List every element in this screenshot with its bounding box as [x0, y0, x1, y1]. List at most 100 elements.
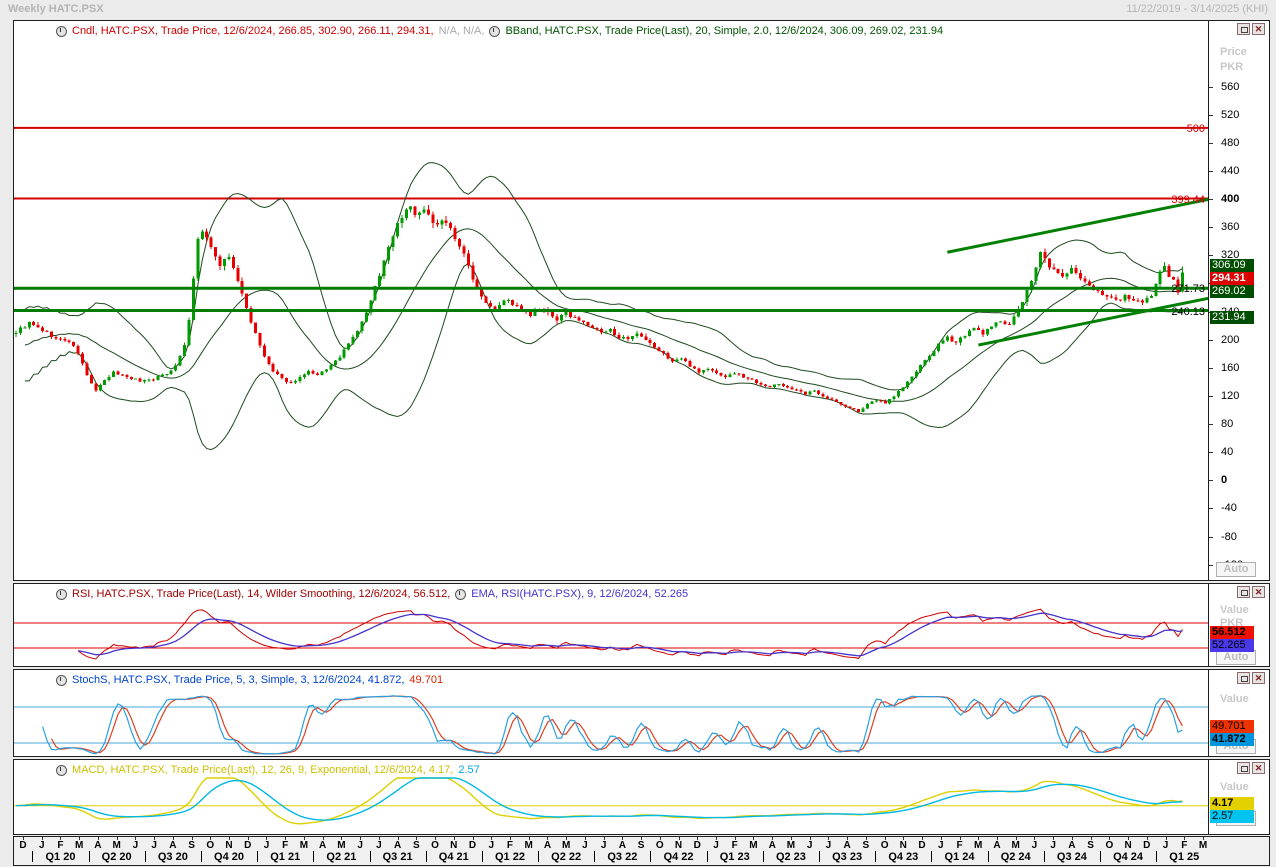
close-icon[interactable]: ✕ — [1252, 586, 1265, 598]
close-icon[interactable]: ✕ — [1252, 762, 1265, 774]
macd-pane-controls: ✕ — [1237, 762, 1265, 774]
price-line-label: 240.13 — [1171, 306, 1205, 318]
macd-line — [16, 778, 1182, 824]
stoch-indicator-icon[interactable] — [56, 675, 67, 686]
quarter-separator — [650, 851, 651, 862]
legend-bband: BBand, HATC.PSX, Trade Price(Last), 20, … — [505, 25, 943, 37]
month-label: A — [94, 840, 101, 851]
stoch-k-line — [43, 696, 1183, 754]
month-label: F — [732, 840, 738, 851]
month-label: M — [787, 840, 795, 851]
month-label: D — [918, 840, 925, 851]
axis-value-badge: 52.265 — [1210, 639, 1254, 652]
stoch-pane-controls: ✕ — [1237, 672, 1265, 684]
macd-chart-canvas[interactable] — [14, 777, 1208, 834]
macd-legend: MACD, HATC.PSX, Trade Price(Last), 12, 2… — [14, 761, 480, 779]
quarter-label: Q1 24 — [945, 851, 975, 863]
price-axis-tick-label: 560 — [1221, 81, 1239, 93]
month-label: A — [544, 840, 551, 851]
quarter-separator — [370, 851, 371, 862]
quarter-label: Q4 22 — [664, 851, 694, 863]
price-axis-tick — [1209, 143, 1213, 144]
price-axis-tick — [1209, 368, 1213, 369]
axis-value-badge: 2.57 — [1210, 810, 1254, 823]
restore-button[interactable] — [1237, 23, 1250, 35]
month-label: A — [843, 840, 850, 851]
rsi-pane-controls: ✕ — [1237, 586, 1265, 598]
price-axis-caption: Price — [1220, 46, 1247, 58]
bband-indicator-icon[interactable] — [489, 26, 500, 37]
price-axis-tick — [1209, 340, 1213, 341]
restore-button[interactable] — [1237, 672, 1250, 684]
price-axis-border — [1208, 21, 1209, 580]
price-axis-tick — [1209, 396, 1213, 397]
month-label: S — [1087, 840, 1094, 851]
macd-indicator-icon[interactable] — [56, 765, 67, 776]
month-label: F — [956, 840, 962, 851]
quarter-separator — [1156, 851, 1157, 862]
price-chart-canvas[interactable] — [14, 41, 1208, 579]
month-label: O — [656, 840, 664, 851]
stochastic-pane: StochS, HATC.PSX, Trade Price, 5, 3, Sim… — [13, 669, 1270, 757]
legend-stoch-d: 49.701 — [409, 674, 443, 686]
rsi-line — [78, 609, 1182, 659]
month-label: J — [264, 840, 270, 851]
month-label: N — [675, 840, 682, 851]
month-label: A — [1068, 840, 1075, 851]
legend-rsi-ema: EMA, RSI(HATC.PSX), 9, 12/6/2024, 52.265 — [471, 588, 688, 600]
rsi-axis-border — [1208, 584, 1209, 666]
quarter-separator — [594, 851, 595, 862]
month-label: J — [582, 840, 588, 851]
price-axis-tick — [1209, 565, 1213, 566]
month-label: F — [57, 840, 63, 851]
quarter-label: Q1 22 — [495, 851, 525, 863]
month-label: D — [244, 840, 251, 851]
window-titlebar[interactable]: Weekly HATC.PSX 11/22/2019 - 3/14/2025 (… — [0, 0, 1276, 19]
rsi-chart-canvas[interactable] — [14, 601, 1208, 666]
axis-value-badge: 4.17 — [1210, 797, 1254, 810]
month-label: J — [151, 840, 157, 851]
month-label: F — [282, 840, 288, 851]
time-axis-pane[interactable]: DJFMAMJJASONDJFMAMJJASONDJFMAMJJASONDJFM… — [13, 836, 1270, 866]
month-label: M — [337, 840, 345, 851]
quarter-label: Q3 20 — [158, 851, 188, 863]
price-axis-tick — [1209, 199, 1213, 200]
month-label: M — [525, 840, 533, 851]
quarter-label: Q2 21 — [326, 851, 356, 863]
close-icon[interactable]: ✕ — [1252, 672, 1265, 684]
axis-value-badge: 231.94 — [1210, 311, 1254, 324]
legend-macd-signal: 2.57 — [458, 764, 479, 776]
rsi-indicator-icon[interactable] — [56, 589, 67, 600]
close-icon[interactable]: ✕ — [1252, 23, 1265, 35]
candle-indicator-icon[interactable] — [56, 26, 67, 37]
quarter-label: Q2 20 — [102, 851, 132, 863]
month-label: J — [826, 840, 832, 851]
quarter-label: Q3 23 — [832, 851, 862, 863]
stochastic-chart-canvas[interactable] — [14, 687, 1208, 756]
price-auto-button[interactable]: Auto — [1216, 562, 1256, 577]
window-date-range: 11/22/2019 - 3/14/2025 (KHI) — [1126, 3, 1268, 15]
month-label: N — [225, 840, 232, 851]
month-label: D — [1143, 840, 1150, 851]
rsi-pane: RSI, HATC.PSX, Trade Price(Last), 14, Wi… — [13, 583, 1270, 667]
month-label: J — [1163, 840, 1169, 851]
restore-button[interactable] — [1237, 762, 1250, 774]
month-label: J — [713, 840, 719, 851]
price-axis-tick — [1209, 227, 1213, 228]
quarter-separator — [875, 851, 876, 862]
price-axis-tick-label: -80 — [1221, 531, 1237, 543]
month-label: M — [974, 840, 982, 851]
axis-value-badge: 56.512 — [1210, 626, 1254, 639]
price-line-label: 500 — [1187, 123, 1205, 135]
month-label: J — [601, 840, 607, 851]
rsi-auto-button[interactable]: Auto — [1216, 650, 1256, 665]
month-label: S — [413, 840, 420, 851]
quarter-separator — [201, 851, 202, 862]
restore-button[interactable] — [1237, 586, 1250, 598]
rsi-ema-indicator-icon[interactable] — [455, 589, 466, 600]
month-label: D — [694, 840, 701, 851]
price-pane: Cndl, HATC.PSX, Trade Price, 12/6/2024, … — [13, 20, 1270, 581]
month-label: N — [900, 840, 907, 851]
price-axis-tick — [1209, 452, 1213, 453]
month-label: J — [488, 840, 494, 851]
